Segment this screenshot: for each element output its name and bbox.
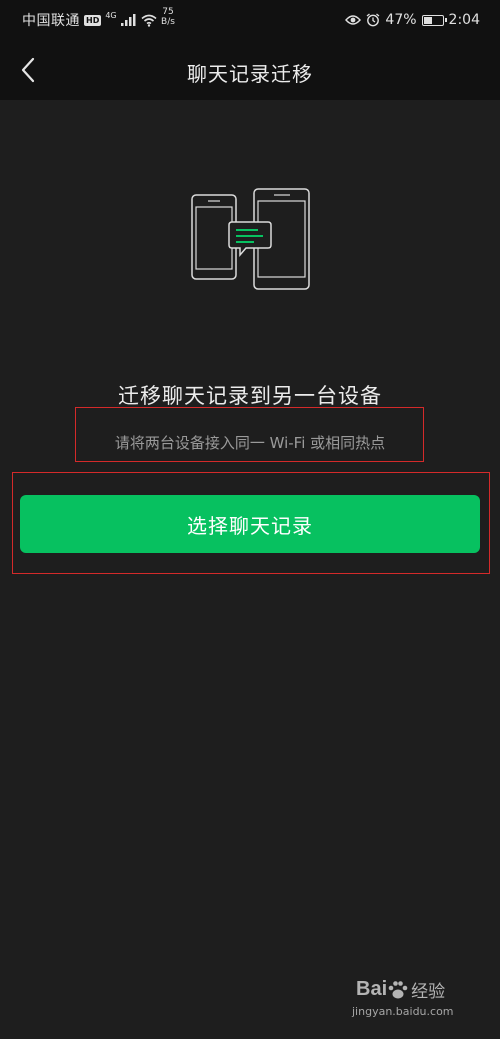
screen: 中国联通 HD 4G 75 B/s 47% 2:04 聊天记录迁移 迁移聊天记录… bbox=[0, 0, 500, 1039]
watermark-logo: Bai 经验 bbox=[356, 977, 445, 1002]
wifi-hint: 请将两台设备接入同一 Wi-Fi 或相同热点 bbox=[114, 434, 386, 452]
eye-comfort-icon bbox=[345, 15, 362, 25]
carrier-name: 中国联通 bbox=[22, 13, 80, 29]
clock: 2:04 bbox=[448, 12, 480, 28]
status-bar: 中国联通 HD 4G 75 B/s 47% 2:04 bbox=[0, 0, 500, 40]
signal-icon bbox=[120, 14, 136, 26]
watermark-logo-suffix: 经验 bbox=[411, 982, 446, 1001]
battery-icon bbox=[421, 14, 447, 26]
select-chat-history-button[interactable]: 选择聊天记录 bbox=[20, 495, 480, 553]
phone-to-tablet-transfer-icon bbox=[191, 188, 310, 290]
page-title: 聊天记录迁移 bbox=[187, 62, 313, 86]
baidu-jingyan-watermark: Bai 经验 jingyan.baidu.com bbox=[352, 975, 472, 1025]
network-speed: 75 B/s bbox=[158, 7, 178, 27]
speed-unit: B/s bbox=[161, 17, 175, 27]
status-right: 47% 2:04 bbox=[345, 11, 480, 29]
wifi-icon bbox=[141, 14, 157, 27]
migration-heading: 迁移聊天记录到另一台设备 bbox=[118, 384, 382, 408]
watermark-url: jingyan.baidu.com bbox=[352, 1005, 454, 1018]
network-type: 4G bbox=[105, 10, 117, 20]
hd-badge: HD bbox=[84, 14, 102, 26]
alarm-icon bbox=[367, 13, 380, 27]
status-left: 中国联通 HD 4G bbox=[22, 11, 157, 29]
watermark-logo-text: Bai bbox=[356, 978, 388, 1000]
speed-value: 75 bbox=[162, 7, 174, 17]
nav-bar: 聊天记录迁移 bbox=[0, 40, 500, 100]
paw-icon bbox=[388, 980, 408, 998]
battery-percent: 47% bbox=[385, 12, 417, 28]
battery-level bbox=[423, 16, 432, 24]
